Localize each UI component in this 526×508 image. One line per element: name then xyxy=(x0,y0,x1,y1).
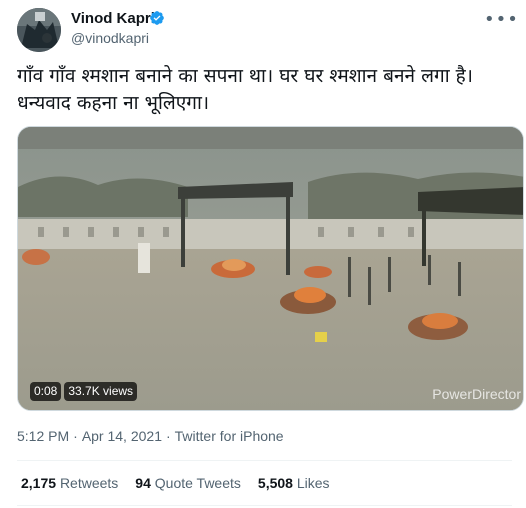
video-watermark: PowerDirector xyxy=(432,386,521,402)
video-thumbnail xyxy=(18,127,523,410)
retweets-label: Retweets xyxy=(59,475,119,491)
video-badge: 0:08 33.7K views xyxy=(30,382,138,401)
divider xyxy=(17,460,512,461)
tweet-source[interactable]: Twitter for iPhone xyxy=(175,428,284,444)
tweet-time[interactable]: 5:12 PM xyxy=(17,428,69,444)
tweet-metadata: 5:12 PM · Apr 14, 2021 · Twitter for iPh… xyxy=(17,428,284,444)
quote-tweets-label: Quote Tweets xyxy=(154,475,241,491)
likes-label: Likes xyxy=(296,475,330,491)
quote-tweets-count: 94 xyxy=(135,475,151,491)
meta-separator: · xyxy=(73,428,78,444)
author-handle[interactable]: @vinodkapri xyxy=(71,30,149,46)
meta-separator: · xyxy=(165,428,171,444)
divider xyxy=(17,505,512,506)
video-duration: 0:08 xyxy=(30,382,62,401)
tweet[interactable]: Vinod Kapri @vinodkapri ••• गाँव गाँव श्… xyxy=(0,0,526,508)
author-name[interactable]: Vinod Kapri xyxy=(71,10,155,27)
likes-stat[interactable]: 5,508 Likes xyxy=(258,475,330,491)
retweets-stat[interactable]: 2,175 Retweets xyxy=(21,475,118,491)
tweet-text: गाँव गाँव श्मशान बनाने का सपना था। घर घर… xyxy=(17,65,473,114)
quote-tweets-stat[interactable]: 94 Quote Tweets xyxy=(135,475,241,491)
video-view-count: 33.7K views xyxy=(64,382,138,401)
engagement-stats: 2,175 Retweets 94 Quote Tweets 5,508 Lik… xyxy=(21,475,330,491)
tweet-date[interactable]: Apr 14, 2021 xyxy=(82,428,162,444)
likes-count: 5,508 xyxy=(257,475,293,491)
more-options-icon[interactable]: ••• xyxy=(484,11,518,29)
video-player[interactable]: 0:08 33.7K views PowerDirector xyxy=(17,126,524,411)
verified-badge-icon xyxy=(150,11,164,25)
retweets-count: 2,175 xyxy=(21,475,57,491)
avatar[interactable] xyxy=(17,8,61,52)
